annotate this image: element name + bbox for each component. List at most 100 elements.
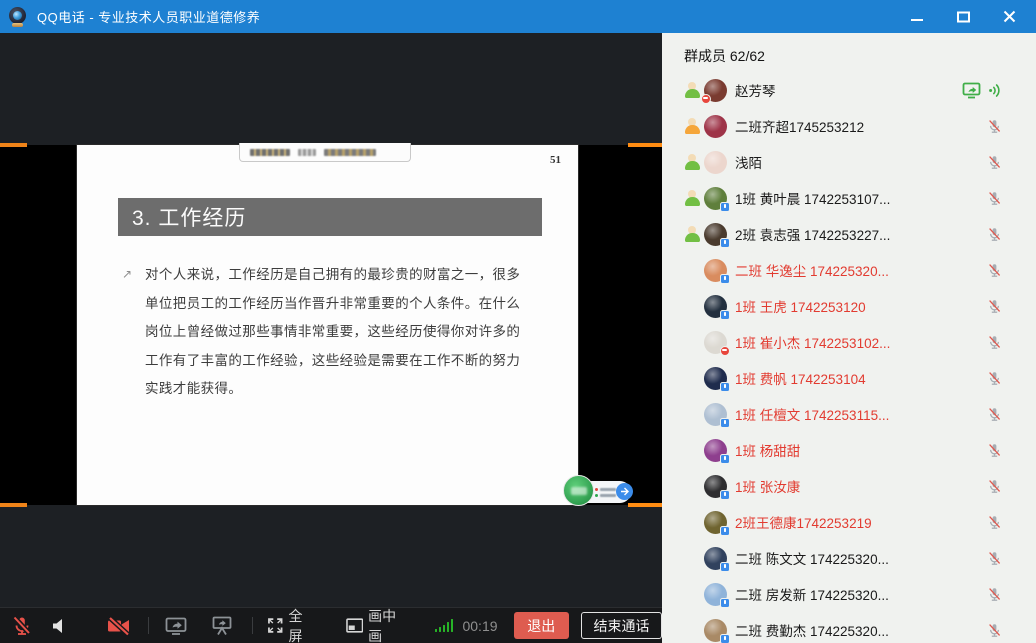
member-name: 1班 黄叶晨 1742253107...	[735, 188, 890, 208]
pip-label: 画中画	[368, 606, 409, 643]
member-panel: 群成员 62/62 赵芳琴二班齐超1745253212浅陌1班 黄叶晨 1742…	[662, 33, 1036, 643]
mic-muted-icon[interactable]	[987, 371, 1002, 386]
busy-status-badge	[720, 346, 730, 356]
share-indicator-text-blur	[250, 149, 290, 156]
member-avatar[interactable]	[704, 403, 727, 426]
video-stage: 51 3. 工作经历 ↗ 对个人来说，工作经历是自己拥有的最珍贵的财富之一，很多…	[0, 33, 662, 643]
member-row[interactable]: 二班齐超1745253212	[662, 108, 1036, 144]
maximize-icon[interactable]	[952, 6, 974, 28]
expand-call-icon[interactable]	[616, 483, 633, 500]
mic-muted-icon[interactable]	[987, 551, 1002, 566]
member-row[interactable]: 1班 任檀文 1742253115...	[662, 396, 1036, 432]
member-list: 赵芳琴二班齐超1745253212 浅陌 1班 黄叶晨 1742253107... 2…	[662, 72, 1036, 643]
member-row[interactable]: 1班 崔小杰 1742253102...	[662, 324, 1036, 360]
member-avatar[interactable]	[704, 511, 727, 534]
close-icon[interactable]	[998, 6, 1020, 28]
screen-sharing-icon[interactable]	[962, 82, 982, 99]
member-name: 1班 任檀文 1742253115...	[735, 404, 889, 424]
member-avatar[interactable]	[704, 547, 727, 570]
mic-muted-icon[interactable]	[987, 587, 1002, 602]
fullscreen-button[interactable]: 全屏	[267, 606, 316, 643]
mic-muted-icon[interactable]	[987, 335, 1002, 350]
mobile-device-badge	[720, 382, 730, 392]
mobile-device-badge	[720, 238, 730, 248]
member-row-icons	[987, 504, 1002, 540]
mobile-device-badge	[720, 562, 730, 572]
mic-muted-icon[interactable]	[987, 623, 1002, 638]
member-row[interactable]: 赵芳琴	[662, 72, 1036, 108]
status-placeholder	[684, 406, 704, 422]
member-row[interactable]: 二班 陈文文 174225320...	[662, 540, 1036, 576]
member-name: 赵芳琴	[735, 80, 776, 100]
member-row[interactable]: 浅陌	[662, 144, 1036, 180]
member-row-icons	[987, 180, 1002, 216]
window-title: QQ电话 - 专业技术人员职业道德修养	[37, 7, 260, 26]
member-avatar[interactable]	[704, 439, 727, 462]
share-indicator-text-blur	[324, 149, 376, 156]
slide-title: 3. 工作经历	[118, 198, 542, 236]
microphone-muted-icon[interactable]	[11, 615, 33, 637]
mic-muted-icon[interactable]	[987, 155, 1002, 170]
member-row-icons	[987, 468, 1002, 504]
member-row[interactable]: 2班王德康1742253219	[662, 504, 1036, 540]
toolbar-divider	[252, 617, 253, 634]
member-avatar[interactable]	[704, 475, 727, 498]
member-row[interactable]: 1班 张汝康	[662, 468, 1036, 504]
member-row[interactable]: 二班 华逸尘 174225320...	[662, 252, 1036, 288]
member-avatar[interactable]	[704, 619, 727, 642]
mic-muted-icon[interactable]	[987, 299, 1002, 314]
member-avatar[interactable]	[704, 187, 727, 210]
screen-share-button[interactable]	[164, 616, 188, 636]
shared-desktop-edge	[0, 143, 27, 147]
exit-button[interactable]: 退出	[514, 612, 570, 639]
member-name: 1班 崔小杰 1742253102...	[735, 332, 890, 352]
member-name: 二班 房发新 174225320...	[735, 584, 889, 604]
shared-desktop-edge	[628, 143, 662, 147]
member-row-icons	[987, 396, 1002, 432]
member-row[interactable]: 1班 杨甜甜	[662, 432, 1036, 468]
member-avatar[interactable]	[704, 331, 727, 354]
member-row-icons	[987, 324, 1002, 360]
titlebar: QQ电话 - 专业技术人员职业道德修养	[0, 0, 1036, 33]
qq-call-window: QQ电话 - 专业技术人员职业道德修养 51	[0, 0, 1036, 643]
member-avatar[interactable]	[704, 583, 727, 606]
pip-button[interactable]: 画中画	[346, 606, 409, 643]
end-call-button[interactable]: 结束通话	[581, 612, 662, 639]
whiteboard-share-button[interactable]	[210, 616, 234, 636]
mobile-device-badge	[720, 634, 730, 643]
member-avatar[interactable]	[704, 115, 727, 138]
member-row[interactable]: 二班 费勤杰 174225320...	[662, 612, 1036, 643]
speaker-icon[interactable]	[50, 616, 70, 636]
mic-muted-icon[interactable]	[987, 407, 1002, 422]
camera-muted-icon[interactable]	[106, 616, 132, 636]
member-row[interactable]: 1班 费帆 1742253104	[662, 360, 1036, 396]
share-indicator-toolbar[interactable]	[239, 143, 411, 162]
member-avatar[interactable]	[704, 223, 727, 246]
member-row[interactable]: 2班 袁志强 1742253227...	[662, 216, 1036, 252]
floating-call-widget[interactable]	[563, 475, 633, 509]
member-avatar[interactable]	[704, 151, 727, 174]
minimize-icon[interactable]	[906, 6, 928, 28]
member-avatar[interactable]	[704, 259, 727, 282]
online-status-icon	[684, 190, 704, 206]
member-row[interactable]: 二班 房发新 174225320...	[662, 576, 1036, 612]
fullscreen-label: 全屏	[288, 606, 315, 643]
member-row[interactable]: 1班 王虎 1742253120	[662, 288, 1036, 324]
member-avatar[interactable]	[704, 79, 727, 102]
speaking-audio-icon	[988, 83, 1002, 98]
mic-muted-icon[interactable]	[987, 479, 1002, 494]
mic-muted-icon[interactable]	[987, 191, 1002, 206]
member-name: 二班齐超1745253212	[735, 116, 864, 136]
call-toolbar: 全屏 画中画 00:19 退出 结束通话	[0, 607, 662, 643]
status-placeholder	[684, 442, 704, 458]
member-name: 浅陌	[735, 152, 762, 172]
mic-muted-icon[interactable]	[987, 443, 1002, 458]
member-avatar[interactable]	[704, 295, 727, 318]
mic-muted-icon[interactable]	[987, 263, 1002, 278]
member-row[interactable]: 1班 黄叶晨 1742253107...	[662, 180, 1036, 216]
mic-muted-icon[interactable]	[987, 515, 1002, 530]
mic-muted-icon[interactable]	[987, 119, 1002, 134]
mic-muted-icon[interactable]	[987, 227, 1002, 242]
slide-body-text: 对个人来说，工作经历是自己拥有的最珍贵的财富之一，很多 单位把员工的工作经历当作…	[145, 261, 545, 404]
member-avatar[interactable]	[704, 367, 727, 390]
